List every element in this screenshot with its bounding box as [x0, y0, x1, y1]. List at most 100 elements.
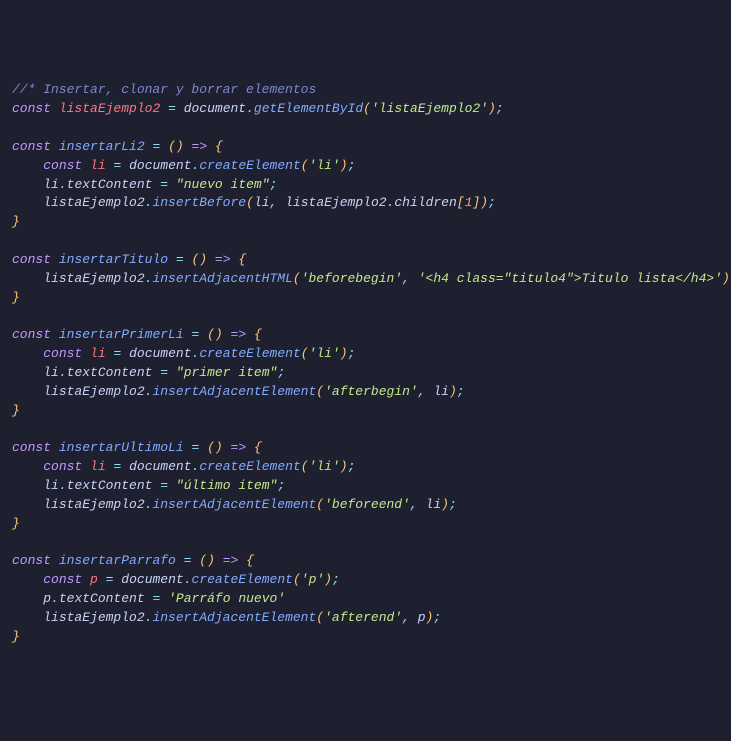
kw-const: const	[12, 440, 51, 455]
fn-getElementById: getElementById	[254, 101, 363, 116]
prop-textContent: textContent	[67, 177, 153, 192]
kw-const: const	[12, 553, 51, 568]
rbrace: }	[12, 403, 20, 418]
lbrace: {	[254, 440, 262, 455]
var-listaEjemplo2: listaEjemplo2	[43, 497, 144, 512]
lparen: (	[301, 346, 309, 361]
str-afterbegin: 'afterbegin'	[324, 384, 418, 399]
semi: ;	[277, 365, 285, 380]
kw-const: const	[43, 459, 82, 474]
rparen: )	[176, 139, 184, 154]
str-primer-item: "primer item"	[176, 365, 277, 380]
rparen: )	[340, 158, 348, 173]
var-listaEjemplo2: listaEjemplo2	[59, 101, 160, 116]
semi: ;	[348, 459, 356, 474]
var-li: li	[254, 195, 270, 210]
op-eq: =	[152, 591, 160, 606]
lparen: (	[316, 497, 324, 512]
var-insertarTitulo: insertarTitulo	[59, 252, 168, 267]
str-beforebegin: 'beforebegin'	[301, 271, 402, 286]
str-parrafo-nuevo: 'Parráfo nuevo'	[168, 591, 285, 606]
fn-insertAdjacentElement: insertAdjacentElement	[152, 610, 316, 625]
fn-insertAdjacentElement: insertAdjacentElement	[152, 497, 316, 512]
arrow: =>	[223, 553, 239, 568]
semi: ;	[348, 158, 356, 173]
dot: .	[51, 591, 59, 606]
op-eq: =	[160, 365, 168, 380]
lparen: (	[363, 101, 371, 116]
rparen: )	[215, 327, 223, 342]
dot: .	[59, 177, 67, 192]
kw-const: const	[43, 346, 82, 361]
lparen: (	[207, 327, 215, 342]
op-eq: =	[168, 101, 176, 116]
rparen: )	[199, 252, 207, 267]
semi: ;	[488, 195, 496, 210]
semi: ;	[496, 101, 504, 116]
kw-const: const	[12, 101, 51, 116]
op-eq: =	[113, 346, 121, 361]
semi: ;	[449, 497, 457, 512]
var-li: li	[433, 384, 449, 399]
rparen: )	[215, 440, 223, 455]
op-eq: =	[176, 252, 184, 267]
arrow: =>	[192, 139, 208, 154]
fn-insertBefore: insertBefore	[152, 195, 246, 210]
rbrace: }	[12, 290, 20, 305]
rparen: )	[488, 101, 496, 116]
lbrace: {	[238, 252, 246, 267]
var-li: li	[90, 459, 106, 474]
lbrace: {	[246, 553, 254, 568]
fn-insertAdjacentElement: insertAdjacentElement	[152, 384, 316, 399]
str-li: 'li'	[309, 346, 340, 361]
var-listaEjemplo2: listaEjemplo2	[43, 195, 144, 210]
lparen: (	[316, 610, 324, 625]
kw-const: const	[12, 327, 51, 342]
dot: .	[145, 610, 153, 625]
lparen: (	[301, 459, 309, 474]
fn-insertAdjacentHTML: insertAdjacentHTML	[152, 271, 292, 286]
str-h4: '<h4 class="titulo4">Titulo lista</h4>'	[418, 271, 722, 286]
str-listaEjemplo2: 'listaEjemplo2'	[371, 101, 488, 116]
prop-children: children	[394, 195, 456, 210]
var-listaEjemplo2: listaEjemplo2	[43, 610, 144, 625]
global-document: document	[129, 158, 191, 173]
dot: .	[59, 365, 67, 380]
fn-createElement: createElement	[199, 158, 300, 173]
op-eq: =	[113, 158, 121, 173]
var-li: li	[90, 346, 106, 361]
rparen: )	[449, 384, 457, 399]
global-document: document	[129, 346, 191, 361]
semi: ;	[433, 610, 441, 625]
comma: ,	[402, 271, 410, 286]
rparen: )	[340, 346, 348, 361]
lparen: (	[207, 440, 215, 455]
rparen: )	[426, 610, 434, 625]
str-afterend: 'afterend'	[324, 610, 402, 625]
comma: ,	[418, 384, 426, 399]
str-nuevo-item: "nuevo item"	[176, 177, 270, 192]
code-editor[interactable]: //* Insertar, clonar y borrar elementos …	[12, 81, 719, 646]
var-insertarParrafo: insertarParrafo	[59, 553, 176, 568]
str-li: 'li'	[309, 459, 340, 474]
var-li: li	[43, 478, 59, 493]
lbracket: [	[457, 195, 465, 210]
lparen: (	[199, 553, 207, 568]
op-eq: =	[191, 440, 199, 455]
semi: ;	[348, 346, 356, 361]
var-li: li	[43, 177, 59, 192]
global-document: document	[129, 459, 191, 474]
arrow: =>	[215, 252, 231, 267]
lbrace: {	[254, 327, 262, 342]
rparen: )	[340, 459, 348, 474]
arrow: =>	[231, 440, 247, 455]
comma: ,	[270, 195, 278, 210]
rparen: )	[441, 497, 449, 512]
str-beforeend: 'beforeend'	[324, 497, 410, 512]
rparen: )	[207, 553, 215, 568]
rbrace: }	[12, 214, 20, 229]
var-li: li	[90, 158, 106, 173]
global-document: document	[184, 101, 246, 116]
var-li: li	[426, 497, 442, 512]
var-insertarUltimoLi: insertarUltimoLi	[59, 440, 184, 455]
